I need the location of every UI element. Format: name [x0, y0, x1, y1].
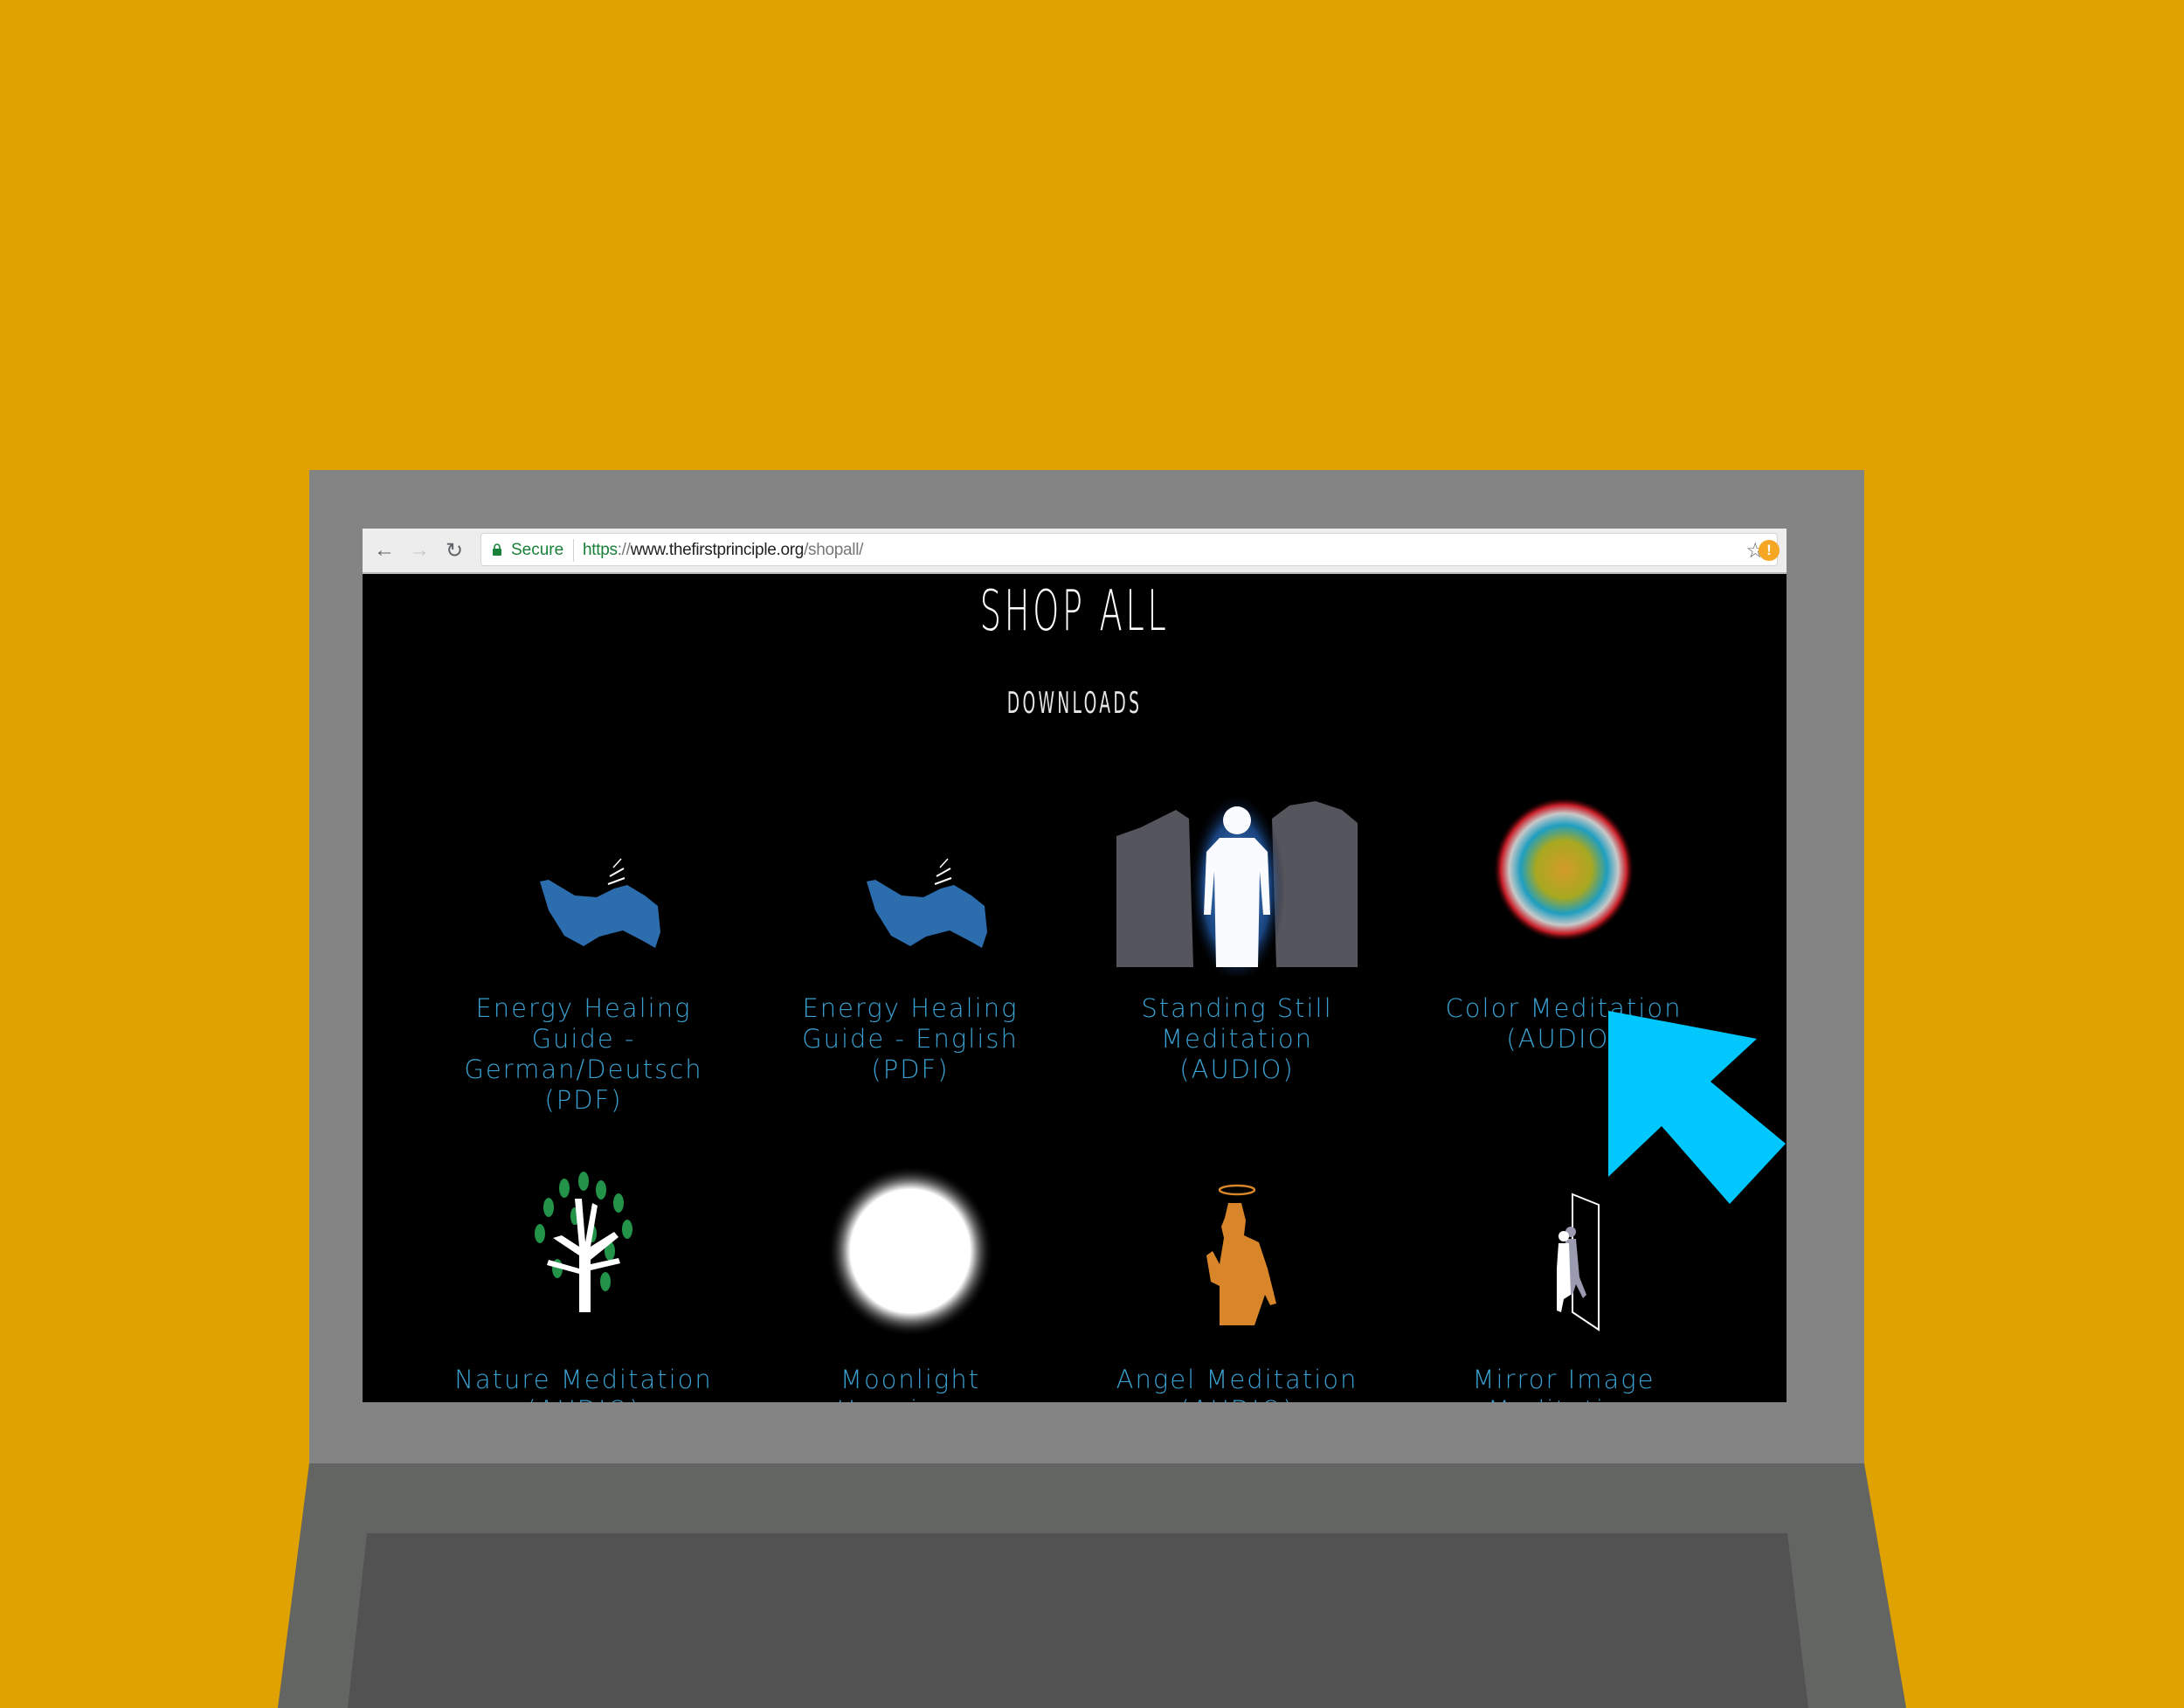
page-title: SHOP ALL [979, 579, 1170, 644]
arrow-left-icon[interactable]: ← [371, 537, 397, 564]
product-name[interactable]: Nature Meditation (AUDIO) [453, 1365, 715, 1402]
color-orb[interactable] [1433, 784, 1695, 976]
section-title: DOWNLOADS [1006, 686, 1143, 721]
product-name[interactable]: Mirror Image Meditation (AUDIO) [1433, 1365, 1695, 1402]
lock-icon [493, 543, 501, 556]
blue-hand-icon[interactable] [779, 784, 1041, 976]
browser-window: ← → ↻ Secure https://www.thefirstprincip… [363, 529, 1787, 1402]
laptop-base [0, 1463, 2184, 1708]
extension-alert-icon[interactable]: ! [1759, 540, 1780, 561]
url-path: /shopall/ [804, 541, 864, 559]
security-label: Secure [511, 541, 564, 559]
blue-hand-icon[interactable] [453, 784, 715, 976]
product-name[interactable]: Standing Still Meditation (AUDIO) [1106, 993, 1368, 1085]
url-text[interactable]: https://www.thefirstprinciple.org/shopal… [583, 541, 863, 560]
product-name[interactable]: Moonlight Happiness [779, 1365, 1041, 1402]
tree-icon[interactable] [453, 1155, 715, 1347]
reload-icon[interactable]: ↻ [441, 537, 467, 564]
url-scheme: https [583, 541, 618, 559]
product-name[interactable]: Angel Meditation (AUDIO) [1106, 1365, 1368, 1402]
arrow-right-icon[interactable]: → [406, 537, 432, 564]
url-host: www.thefirstprinciple.org [630, 541, 805, 559]
product-name[interactable]: Energy Healing Guide - German/Deutsch (P… [453, 993, 715, 1116]
address-bar[interactable]: Secure https://www.thefirstprinciple.org… [480, 533, 1778, 566]
page-content: SHOP ALL DOWNLOADS Energy Healing Guide … [363, 574, 1787, 1402]
glowing-figure[interactable] [1106, 784, 1368, 976]
browser-toolbar: ← → ↻ Secure https://www.thefirstprincip… [363, 529, 1787, 574]
angel-silhouette[interactable] [1106, 1155, 1368, 1347]
moon[interactable] [779, 1155, 1041, 1347]
product-name[interactable]: Color Meditation (AUDIO) [1433, 993, 1695, 1055]
omnibox-divider [573, 539, 574, 562]
product-name[interactable]: Energy Healing Guide - English (PDF) [779, 993, 1041, 1085]
mirror-figure[interactable] [1433, 1155, 1695, 1347]
keyboard-area [348, 1533, 1808, 1708]
url-separator: :// [617, 541, 631, 559]
